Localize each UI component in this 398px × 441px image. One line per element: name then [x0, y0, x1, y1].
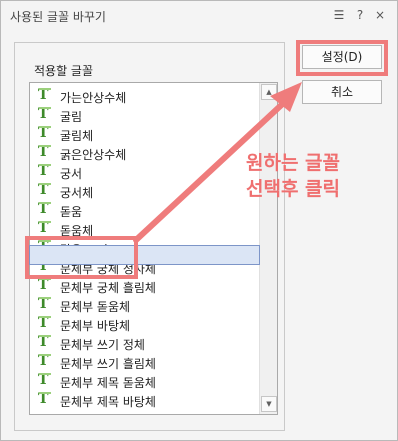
ok-button-callout [296, 40, 388, 76]
annotation-text: 원하는 글꼴 선택후 클릭 [246, 150, 340, 202]
annotation-line-2: 선택후 클릭 [246, 178, 341, 200]
selected-font-callout [25, 236, 138, 279]
annotation-line-1: 원하는 글꼴 [246, 152, 341, 174]
